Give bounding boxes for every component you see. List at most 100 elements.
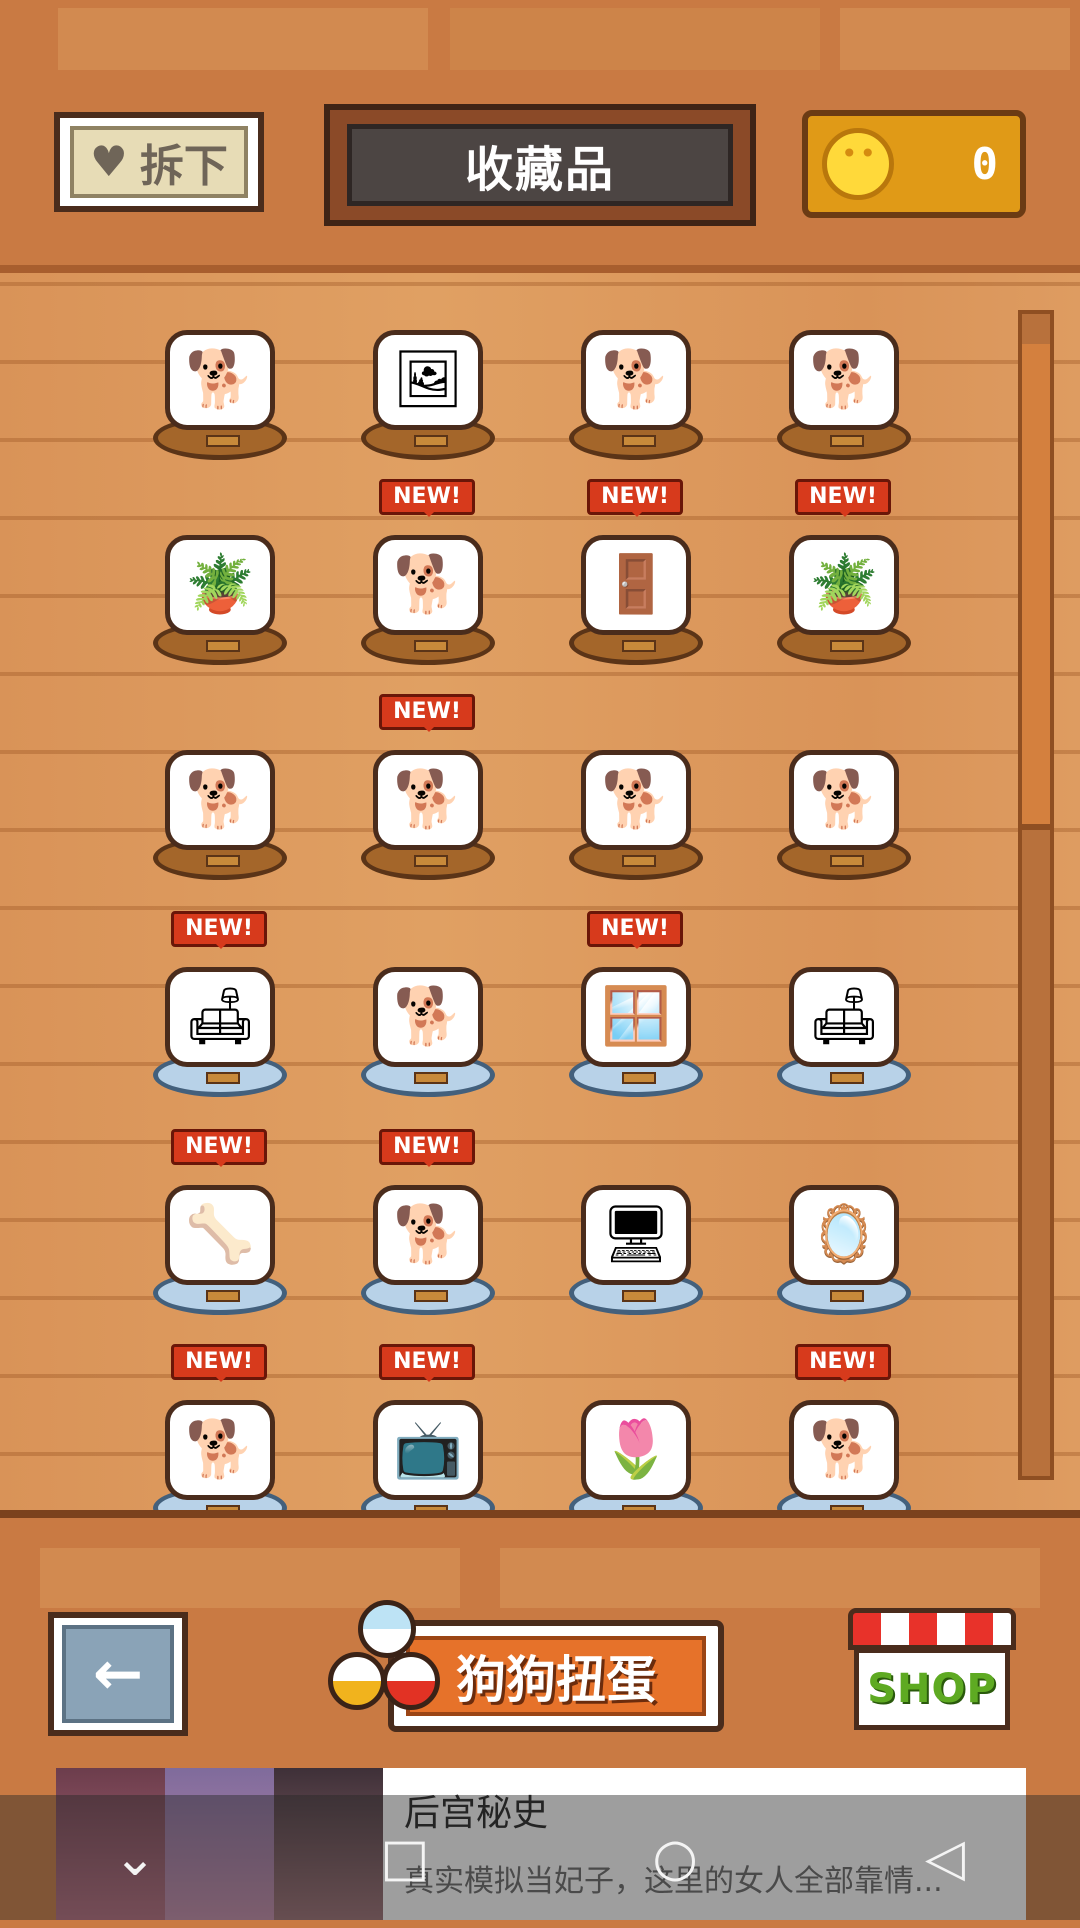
collection-item[interactable]: 🌷 bbox=[561, 1350, 711, 1530]
shop-button[interactable]: SHOP bbox=[848, 1608, 1016, 1732]
back-button[interactable]: ← bbox=[48, 1612, 188, 1736]
collectible-icon: 🐕 bbox=[601, 767, 671, 832]
recents-icon[interactable]: □ bbox=[365, 1818, 445, 1898]
collection-item[interactable]: 🪴 bbox=[145, 485, 295, 665]
collection-item[interactable]: 🐕 bbox=[145, 700, 295, 880]
remove-label: 拆下 bbox=[139, 141, 228, 192]
hide-nav-icon[interactable]: ⌄ bbox=[95, 1818, 175, 1898]
collection-item[interactable]: 🦴 NEW! bbox=[145, 1129, 295, 1315]
collectible-icon: 🐕 bbox=[601, 347, 671, 412]
new-badge: NEW! bbox=[379, 694, 475, 732]
new-badge: NEW! bbox=[587, 911, 683, 949]
shop-awning-icon bbox=[848, 1608, 1016, 1650]
collection-item[interactable]: 🐕 bbox=[145, 280, 295, 460]
new-badge: NEW! bbox=[587, 479, 683, 517]
collectible-icon: 🐕 bbox=[185, 767, 255, 832]
page-title: 收藏品 bbox=[464, 142, 615, 198]
collection-item[interactable]: 🐕 NEW! bbox=[353, 1129, 503, 1315]
collection-item[interactable]: 🛋 NEW! bbox=[145, 911, 295, 1097]
capsule-ball-icon bbox=[328, 1652, 386, 1710]
collectible-figure: 🐕 bbox=[373, 750, 483, 850]
new-badge: NEW! bbox=[379, 1344, 475, 1382]
collection-item[interactable]: 🪟 NEW! bbox=[561, 911, 711, 1097]
collectible-icon: 📺 bbox=[393, 1417, 463, 1482]
gacha-button[interactable]: 狗狗扭蛋 bbox=[318, 1590, 728, 1740]
collectible-figure: 🐕 bbox=[373, 1185, 483, 1285]
collectible-figure: 🪞 bbox=[789, 1185, 899, 1285]
collectible-figure: 🐕 bbox=[165, 1400, 275, 1500]
collection-item[interactable]: 🐕 NEW! bbox=[353, 479, 503, 665]
collectible-icon: 🐕 bbox=[809, 347, 879, 412]
paw-coin-icon bbox=[822, 128, 894, 200]
collection-item[interactable]: 🖼 bbox=[353, 280, 503, 460]
new-badge: NEW! bbox=[379, 479, 475, 517]
collectible-icon: 🌷 bbox=[601, 1417, 671, 1482]
gacha-label: 狗狗扭蛋 bbox=[456, 1651, 656, 1709]
back-nav-icon[interactable]: ◁ bbox=[905, 1818, 985, 1898]
scrollbar[interactable] bbox=[1018, 310, 1054, 1480]
collection-item[interactable]: 📺 NEW! bbox=[353, 1344, 503, 1530]
collectible-figure: 🛋 bbox=[789, 967, 899, 1067]
collectible-icon: 🐕 bbox=[809, 1417, 879, 1482]
system-nav-bar: ⌄ □ ○ ◁ bbox=[0, 1795, 1080, 1920]
title-plate: 收藏品 bbox=[324, 104, 756, 226]
collection-item[interactable]: 🐕 bbox=[561, 280, 711, 460]
collectible-figure: 🐕 bbox=[789, 750, 899, 850]
collectible-figure: 🪴 bbox=[789, 535, 899, 635]
arrow-left-icon: ← bbox=[62, 1625, 174, 1723]
collection-item[interactable]: 🪴 NEW! bbox=[769, 479, 919, 665]
collection-item[interactable]: 🐕 NEW! bbox=[145, 1344, 295, 1530]
collectible-icon: 🛋 bbox=[808, 984, 880, 1049]
collectible-figure: 🐕 bbox=[789, 1400, 899, 1500]
plank-decor bbox=[58, 8, 428, 70]
scroll-thumb[interactable] bbox=[1022, 344, 1050, 830]
collection-grid: 🐕 🖼 🐕 🐕 🪴 🐕 NEW! 🚪 NEW! 🪴 NEW! 🐕 🐕 NEW! 🐕 🐕 🛋 NEW! 🐕 🪟 NEW! 🛋… bbox=[125, 280, 945, 1530]
collectible-icon: 🐕 bbox=[393, 767, 463, 832]
collectible-figure: 🪴 bbox=[165, 535, 275, 635]
collection-item[interactable]: 🐕 bbox=[769, 700, 919, 880]
collectible-figure: 🐕 bbox=[373, 535, 483, 635]
collectible-icon: 🪞 bbox=[809, 1202, 879, 1267]
collectible-figure: 🐕 bbox=[165, 750, 275, 850]
collection-item[interactable]: 🐕 bbox=[353, 917, 503, 1097]
new-badge: NEW! bbox=[171, 1129, 267, 1167]
coin-counter: 0 bbox=[802, 110, 1026, 218]
collectible-icon: 🦴 bbox=[185, 1202, 255, 1267]
title-plate-inner: 收藏品 bbox=[347, 124, 733, 206]
collectible-figure: 🐕 bbox=[373, 967, 483, 1067]
heart-icon: ♥ bbox=[90, 137, 128, 186]
plank-decor bbox=[840, 8, 1070, 70]
collectible-icon: 🐕 bbox=[185, 1417, 255, 1482]
collection-item[interactable]: 🛋 bbox=[769, 917, 919, 1097]
collectible-icon: 🐕 bbox=[185, 347, 255, 412]
new-badge: NEW! bbox=[171, 1344, 267, 1382]
collectible-icon: 🪟 bbox=[601, 984, 671, 1049]
collectible-figure: 🚪 bbox=[581, 535, 691, 635]
collection-item[interactable]: 🪞 bbox=[769, 1135, 919, 1315]
collectible-icon: 🖼 bbox=[392, 347, 464, 412]
remove-button[interactable]: ♥ 拆下 bbox=[54, 112, 264, 212]
collectible-icon: 🚪 bbox=[601, 552, 671, 617]
collectible-figure: 🐕 bbox=[581, 330, 691, 430]
collectible-figure: 🐕 bbox=[165, 330, 275, 430]
shop-sign: SHOP bbox=[854, 1648, 1010, 1730]
new-badge: NEW! bbox=[795, 479, 891, 517]
collection-item[interactable]: 🐕 NEW! bbox=[353, 694, 503, 880]
collectible-figure: 🖼 bbox=[373, 330, 483, 430]
collectible-figure: 📺 bbox=[373, 1400, 483, 1500]
coin-count: 0 bbox=[971, 138, 999, 190]
shop-label: SHOP bbox=[867, 1666, 997, 1712]
collection-item[interactable]: 🐕 NEW! bbox=[769, 1344, 919, 1530]
collectible-icon: 🐕 bbox=[393, 1202, 463, 1267]
remove-button-face: ♥ 拆下 bbox=[70, 126, 248, 198]
collection-item[interactable]: 🐕 bbox=[561, 700, 711, 880]
collectible-icon: 🛋 bbox=[184, 984, 256, 1049]
collection-item[interactable]: 🚪 NEW! bbox=[561, 479, 711, 665]
collection-item[interactable]: 🖥 bbox=[561, 1135, 711, 1315]
collectible-icon: 🐕 bbox=[393, 552, 463, 617]
collection-item[interactable]: 🐕 bbox=[769, 280, 919, 460]
new-badge: NEW! bbox=[379, 1129, 475, 1167]
plank-decor bbox=[450, 8, 820, 70]
collectible-icon: 🪴 bbox=[809, 552, 879, 617]
home-icon[interactable]: ○ bbox=[635, 1818, 715, 1898]
